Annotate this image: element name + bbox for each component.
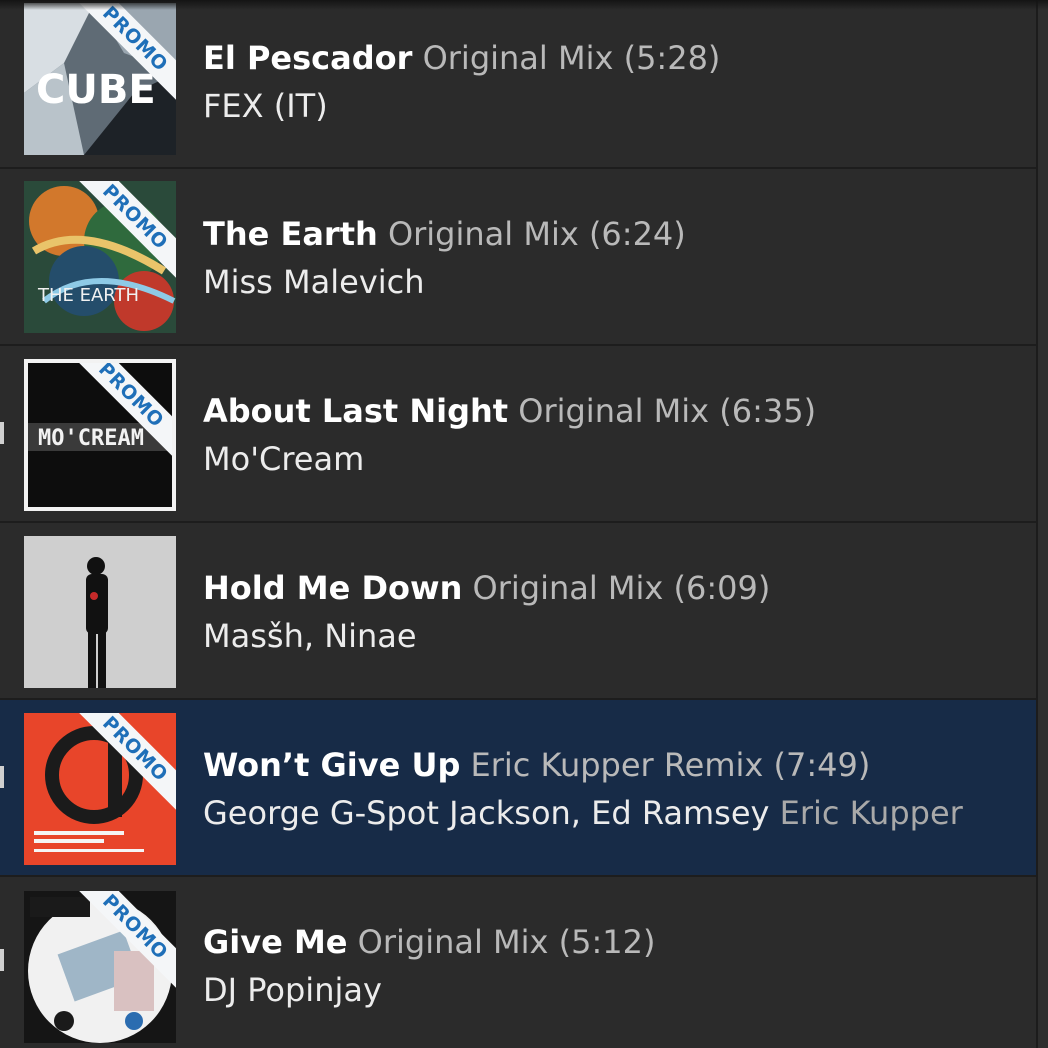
track-row-selected[interactable]: PROMO Won’t Give Up Eric Kupper Remix (7…: [0, 700, 1048, 877]
scrollbar-track[interactable]: [1036, 0, 1048, 1048]
track-title-line: About Last Night Original Mix (6:35): [203, 391, 1028, 431]
track-row[interactable]: THE EARTH PROMO The Earth Original Mix (…: [0, 169, 1048, 346]
track-remixer[interactable]: Eric Kupper: [780, 794, 963, 832]
track-artists[interactable]: DJ Popinjay: [203, 971, 382, 1009]
track-artists[interactable]: Mo'Cream: [203, 440, 364, 478]
album-art-image: [24, 713, 176, 865]
art-text: CUBE: [36, 67, 156, 113]
left-tick: [0, 949, 4, 971]
track-title-line: Give Me Original Mix (5:12): [203, 922, 1028, 962]
track-title[interactable]: The Earth: [203, 215, 378, 253]
track-artists-line: Masšh, Ninae: [203, 616, 1028, 656]
track-title[interactable]: Hold Me Down: [203, 569, 462, 607]
track-row[interactable]: MO'CREAM PROMO About Last Night Original…: [0, 346, 1048, 523]
track-title[interactable]: El Pescador: [203, 39, 412, 77]
album-art[interactable]: PROMO: [24, 713, 176, 865]
track-mix: Original Mix (6:09): [472, 569, 771, 607]
track-artists-line: DJ Popinjay: [203, 970, 1028, 1010]
track-title-line: Won’t Give Up Eric Kupper Remix (7:49): [203, 745, 1028, 785]
track-artists[interactable]: FEX (IT): [203, 87, 328, 125]
left-tick: [0, 766, 4, 788]
track-artists-line: FEX (IT): [203, 86, 1028, 126]
track-title-line: El Pescador Original Mix (5:28): [203, 38, 1028, 78]
track-artists[interactable]: Masšh, Ninae: [203, 617, 417, 655]
album-art[interactable]: THE EARTH PROMO: [24, 181, 176, 333]
art-text: THE EARTH: [37, 285, 139, 306]
track-artists[interactable]: Miss Malevich: [203, 263, 425, 301]
art-text: MO'CREAM: [38, 426, 144, 451]
track-mix: Original Mix (5:12): [357, 923, 656, 961]
track-title-line: The Earth Original Mix (6:24): [203, 214, 1028, 254]
track-list: CUBE PROMO El Pescador Original Mix (5:2…: [0, 0, 1048, 1048]
track-artists[interactable]: George G-Spot Jackson, Ed Ramsey: [203, 794, 769, 832]
album-art-image: [24, 891, 176, 1043]
album-art[interactable]: MO'CREAM PROMO: [24, 359, 176, 511]
top-shadow: [0, 0, 1048, 10]
album-art[interactable]: PROMO: [24, 891, 176, 1043]
album-art-image: CUBE: [24, 3, 176, 155]
album-art-image: THE EARTH: [24, 181, 176, 333]
track-artists-line: Miss Malevich: [203, 262, 1028, 302]
track-title-line: Hold Me Down Original Mix (6:09): [203, 568, 1028, 608]
track-mix: Eric Kupper Remix (7:49): [470, 746, 871, 784]
track-artists-line: Mo'Cream: [203, 439, 1028, 479]
track-artists-line: George G-Spot Jackson, Ed Ramsey Eric Ku…: [203, 793, 1028, 833]
track-mix: Original Mix (6:24): [387, 215, 686, 253]
left-tick: [0, 422, 4, 444]
track-row[interactable]: CUBE PROMO El Pescador Original Mix (5:2…: [0, 0, 1048, 169]
track-title[interactable]: Won’t Give Up: [203, 746, 460, 784]
album-art-image: [24, 536, 176, 688]
track-title[interactable]: Give Me: [203, 923, 347, 961]
track-row[interactable]: PROMO Give Me Original Mix (5:12) DJ Pop…: [0, 877, 1048, 1048]
track-row[interactable]: Hold Me Down Original Mix (6:09) Masšh, …: [0, 523, 1048, 700]
track-mix: Original Mix (5:28): [422, 39, 721, 77]
album-art[interactable]: CUBE PROMO: [24, 3, 176, 155]
album-art[interactable]: [24, 536, 176, 688]
track-mix: Original Mix (6:35): [518, 392, 817, 430]
track-title[interactable]: About Last Night: [203, 392, 508, 430]
